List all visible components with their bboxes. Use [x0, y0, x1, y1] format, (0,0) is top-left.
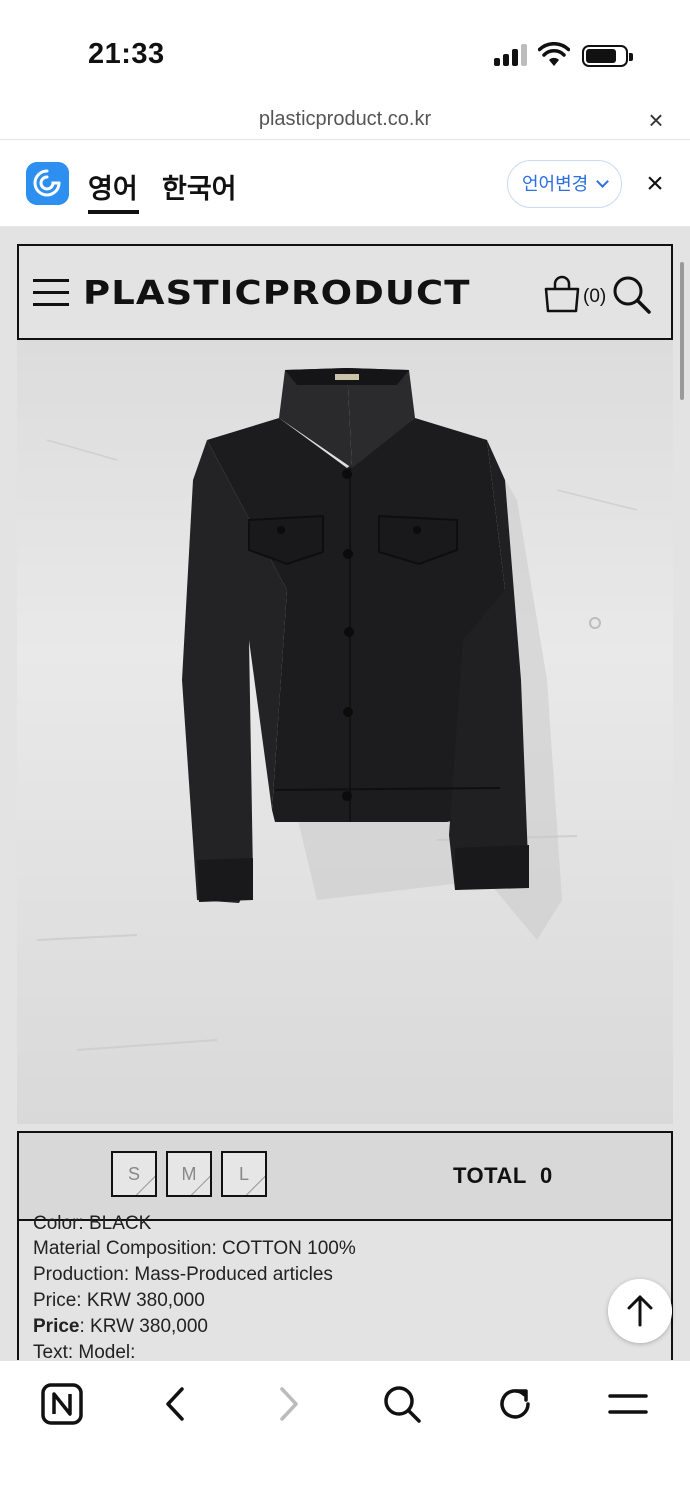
product-image[interactable] — [17, 340, 673, 1124]
papago-translate-icon[interactable] — [26, 162, 69, 205]
language-change-button[interactable]: 언어변경 — [507, 160, 622, 208]
detail-material: Material Composition: COTTON 100% — [33, 1238, 356, 1259]
active-tab-indicator — [88, 210, 139, 214]
search-icon[interactable] — [612, 275, 652, 315]
total-display: TOTAL 0 — [453, 1163, 553, 1189]
chevron-down-icon — [596, 175, 609, 188]
web-page: PLASTICPRODUCT (0) S M L TOTAL 0 Color: … — [0, 227, 690, 1360]
total-label: TOTAL — [453, 1163, 527, 1188]
status-time: 21:33 — [88, 38, 165, 70]
scroll-top-button[interactable] — [608, 1279, 672, 1343]
tab-english[interactable]: 영어 — [88, 167, 138, 206]
detail-color: Color: BLACK — [33, 1213, 152, 1234]
close-translate-icon[interactable]: × — [640, 169, 670, 199]
url-text[interactable]: plasticproduct.co.kr — [0, 108, 690, 131]
size-label: S — [127, 1164, 140, 1184]
translate-bar: 영어 한국어 언어변경 × — [0, 141, 690, 227]
option-bar: S M L TOTAL 0 — [17, 1131, 673, 1221]
cart-count[interactable]: (0) — [583, 286, 606, 308]
shopping-bag-icon[interactable] — [543, 275, 581, 313]
language-change-label: 언어변경 — [522, 174, 589, 194]
tab-korean[interactable]: 한국어 — [162, 167, 237, 206]
detail-price: Price: KRW 380,000 — [33, 1290, 205, 1311]
brand-logo[interactable]: PLASTICPRODUCT — [83, 273, 471, 312]
cellular-signal-icon — [494, 44, 528, 66]
total-value: 0 — [540, 1163, 553, 1188]
price-bold-label: Price — [33, 1316, 80, 1337]
hamburger-menu-icon[interactable] — [33, 279, 69, 307]
url-bar[interactable]: plasticproduct.co.kr × — [0, 100, 690, 140]
battery-icon — [582, 45, 633, 67]
chevron-right-icon[interactable] — [264, 1379, 314, 1429]
browser-toolbar — [0, 1360, 690, 1500]
chevron-left-icon[interactable] — [150, 1379, 200, 1429]
detail-price-bold: Price: KRW 380,000 — [33, 1316, 208, 1338]
product-details: Color: BLACK Material Composition: COTTO… — [17, 1213, 673, 1360]
naver-n-icon[interactable] — [37, 1379, 87, 1429]
size-option-l[interactable]: L — [221, 1151, 267, 1197]
search-icon[interactable] — [377, 1379, 427, 1429]
size-option-s[interactable]: S — [111, 1151, 157, 1197]
jacket-illustration — [36, 368, 638, 1051]
size-label: L — [238, 1164, 249, 1184]
price-bold-value: : KRW 380,000 — [79, 1316, 208, 1337]
detail-text: Text: Model: — [33, 1342, 136, 1360]
status-bar: 21:33 — [0, 0, 690, 100]
site-header: PLASTICPRODUCT (0) — [17, 244, 673, 340]
menu-icon[interactable] — [603, 1379, 653, 1429]
detail-production: Production: Mass-Produced articles — [33, 1264, 333, 1285]
wifi-icon — [538, 42, 570, 66]
reload-icon[interactable] — [490, 1379, 540, 1429]
close-icon[interactable]: × — [642, 106, 670, 134]
page-scrollbar[interactable] — [680, 262, 684, 400]
size-option-m[interactable]: M — [166, 1151, 212, 1197]
size-label: M — [181, 1164, 197, 1184]
